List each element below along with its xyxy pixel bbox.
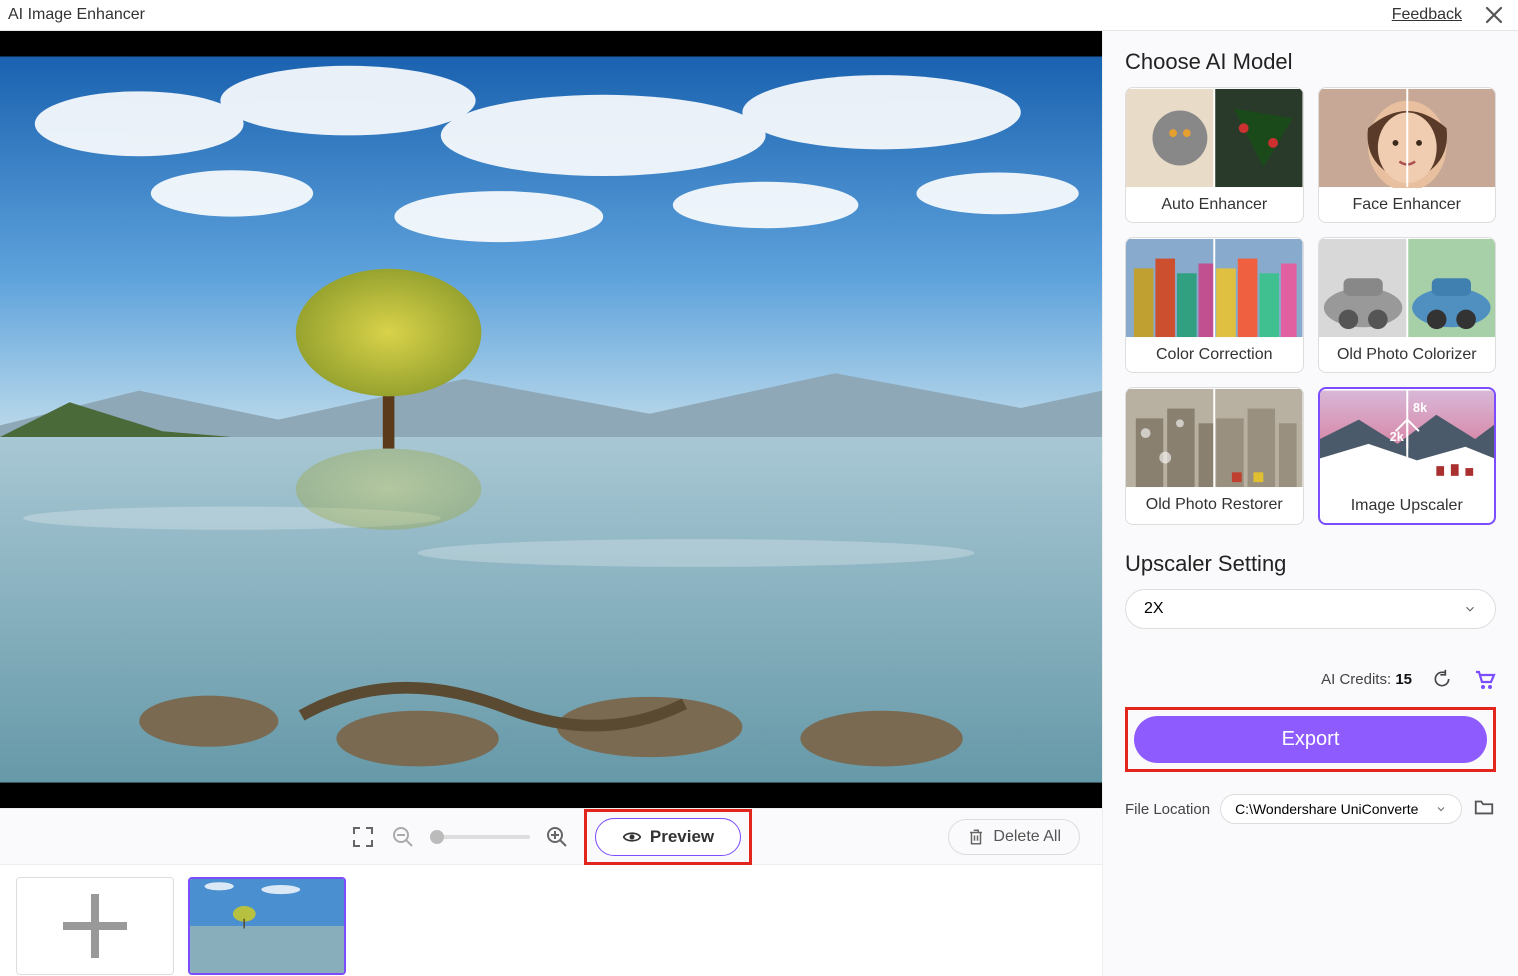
color-correction-thumb [1126,238,1303,338]
toolbar-center: Preview [350,809,752,865]
model-color-correction[interactable]: Color Correction [1125,237,1304,373]
zoom-in-button[interactable] [544,824,570,850]
model-label: Image Upscaler [1320,489,1495,523]
expand-icon [351,825,375,849]
buy-credits-button[interactable] [1472,667,1496,691]
preview-area [0,31,1102,808]
svg-text:2k: 2k [1389,430,1404,444]
model-face-enhancer[interactable]: Face Enhancer [1318,87,1497,223]
delete-all-label: Delete All [993,828,1061,846]
zoom-slider-knob[interactable] [430,830,444,844]
upscaler-value: 2X [1144,600,1164,618]
add-image-button[interactable] [16,877,174,975]
preview-button-highlight: Preview [584,809,752,865]
face-enhancer-thumb [1319,88,1496,188]
model-old-photo-colorizer[interactable]: Old Photo Colorizer [1318,237,1497,373]
main: Preview Delete All Choose A [0,30,1518,976]
upscaler-select[interactable]: 2X [1125,589,1496,629]
zoom-out-button[interactable] [390,824,416,850]
export-button-highlight: Export [1125,707,1496,772]
thumbnail-strip [0,864,1102,976]
zoom-slider[interactable] [430,835,530,839]
model-label: Old Photo Restorer [1126,488,1303,522]
model-label: Face Enhancer [1319,188,1496,222]
file-location-select[interactable]: C:\Wondershare UniConverte [1220,794,1462,824]
titlebar: AI Image Enhancer Feedback [0,0,1518,30]
folder-icon [1472,796,1496,818]
credits-row: AI Credits: 15 [1125,667,1496,691]
image-upscaler-thumb: 2k 8k [1320,389,1495,489]
model-image-upscaler[interactable]: 2k 8k Image Upscaler [1318,387,1497,525]
preview-image [0,31,1102,808]
choose-model-title: Choose AI Model [1125,49,1496,75]
old-photo-restorer-thumb [1126,388,1303,488]
model-grid: Auto Enhancer Face Enhancer [1125,87,1496,525]
chevron-down-icon [1463,602,1477,616]
refresh-credits-button[interactable] [1432,669,1452,689]
trash-icon [967,828,985,846]
old-photo-colorizer-thumb [1319,238,1496,338]
model-auto-enhancer[interactable]: Auto Enhancer [1125,87,1304,223]
right-panel: Choose AI Model Auto Enhancer [1102,31,1518,976]
left-panel: Preview Delete All [0,31,1102,976]
credits-label: AI Credits: [1321,671,1391,688]
feedback-link[interactable]: Feedback [1392,6,1462,24]
file-location-label: File Location [1125,801,1210,818]
app-title: AI Image Enhancer [8,6,145,24]
model-label: Color Correction [1126,338,1303,372]
close-button[interactable] [1482,3,1506,27]
fit-screen-button[interactable] [350,824,376,850]
plus-icon [17,878,173,974]
zoom-in-icon [545,825,569,849]
model-label: Old Photo Colorizer [1319,338,1496,372]
export-button[interactable]: Export [1134,716,1487,763]
export-label: Export [1282,728,1340,750]
file-location-value: C:\Wondershare UniConverte [1235,801,1418,817]
model-old-photo-restorer[interactable]: Old Photo Restorer [1125,387,1304,525]
auto-enhancer-thumb [1126,88,1303,188]
preview-toolbar: Preview Delete All [0,808,1102,864]
titlebar-actions: Feedback [1392,3,1506,27]
model-label: Auto Enhancer [1126,188,1303,222]
svg-text:8k: 8k [1413,401,1428,415]
eye-icon [622,827,642,847]
open-folder-button[interactable] [1472,796,1496,822]
thumbnail-image [190,879,344,973]
cart-icon [1472,667,1496,691]
delete-all-button[interactable]: Delete All [948,819,1080,855]
upscaler-setting-title: Upscaler Setting [1125,551,1496,577]
refresh-icon [1432,669,1452,689]
zoom-out-icon [391,825,415,849]
file-location-row: File Location C:\Wondershare UniConverte [1125,794,1496,824]
preview-button-label: Preview [650,827,714,847]
close-icon [1483,4,1505,26]
credits-value: 15 [1395,671,1412,688]
preview-button[interactable]: Preview [595,818,741,856]
thumbnail-1[interactable] [188,877,346,975]
chevron-down-icon [1435,803,1447,815]
